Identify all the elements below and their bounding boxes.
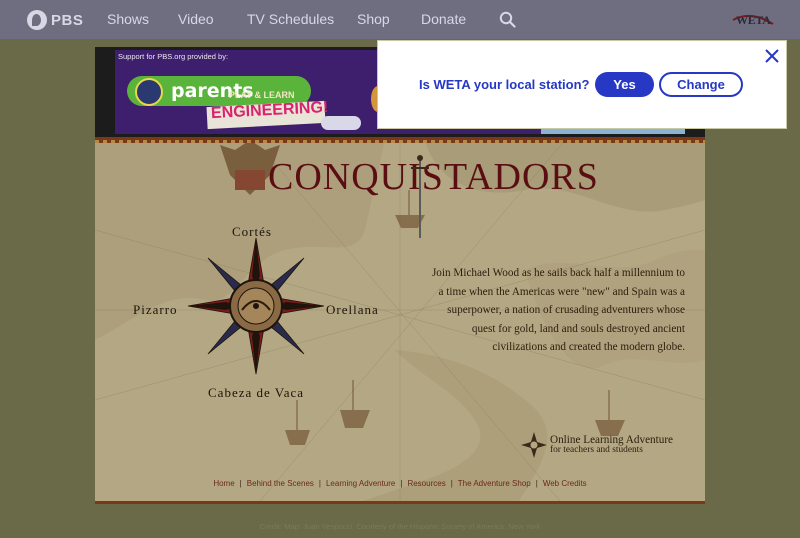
footer-web-credits[interactable]: Web Credits	[543, 479, 587, 488]
footer-separator: |	[450, 479, 453, 488]
footer-separator: |	[535, 479, 538, 488]
pbs-head-icon	[27, 10, 47, 30]
station-prompt-modal: Is WETA your local station? Yes Change	[377, 40, 787, 129]
site-footer-nav: Home | Behind the Scenes | Learning Adventur…	[95, 479, 705, 488]
footer-separator: |	[318, 479, 321, 488]
yes-button[interactable]: Yes	[595, 72, 654, 97]
footer-separator: |	[400, 479, 403, 488]
compass-south-cabeza-de-vaca[interactable]: Cabeza de Vaca	[208, 385, 304, 401]
compass-east-orellana[interactable]: Orellana	[326, 302, 379, 318]
nav-shows[interactable]: Shows	[107, 11, 149, 27]
nav-shop[interactable]: Shop	[357, 11, 390, 27]
pbs-logo[interactable]: PBS	[27, 10, 83, 30]
ola-subtitle: for teachers and students	[550, 445, 643, 455]
ad-label: Support for PBS.org provided by:	[118, 52, 229, 61]
footer-home[interactable]: Home	[213, 479, 234, 488]
station-logo[interactable]: WETA	[731, 12, 775, 30]
sword-icon	[411, 155, 429, 238]
footer-resources[interactable]: Resources	[407, 479, 445, 488]
change-button[interactable]: Change	[659, 72, 743, 97]
compass-rose-icon[interactable]	[186, 236, 326, 376]
station-logo-text: WETA	[736, 13, 771, 27]
small-compass-icon	[521, 432, 547, 458]
footer-adventure-shop[interactable]: The Adventure Shop	[458, 479, 531, 488]
cloud-icon	[321, 116, 361, 130]
compass-north-cortes[interactable]: Cortés	[232, 224, 272, 240]
search-icon[interactable]	[499, 11, 516, 28]
ad-tagline: PLAY & LEARN	[229, 90, 295, 100]
nav-video[interactable]: Video	[178, 11, 214, 27]
compass-west-pizarro[interactable]: Pizarro	[133, 302, 178, 318]
footer-separator: |	[239, 479, 242, 488]
footer-learning-adventure[interactable]: Learning Adventure	[326, 479, 395, 488]
footer-behind-the-scenes[interactable]: Behind the Scenes	[247, 479, 314, 488]
nav-donate[interactable]: Donate	[421, 11, 466, 27]
pbs-kids-logo-icon	[135, 78, 163, 106]
image-credits: Credit: Map: Juan Vespucci, Courtesy of …	[259, 522, 541, 531]
nav-tv-schedules[interactable]: TV Schedules	[247, 11, 334, 27]
pbs-logo-text: PBS	[51, 11, 84, 29]
station-question: Is WETA your local station?	[419, 77, 590, 92]
close-icon[interactable]	[764, 48, 780, 64]
intro-blurb: Join Michael Wood as he sails back half …	[431, 267, 685, 354]
top-nav: PBS Shows Video TV Schedules Shop Donate…	[0, 0, 800, 39]
